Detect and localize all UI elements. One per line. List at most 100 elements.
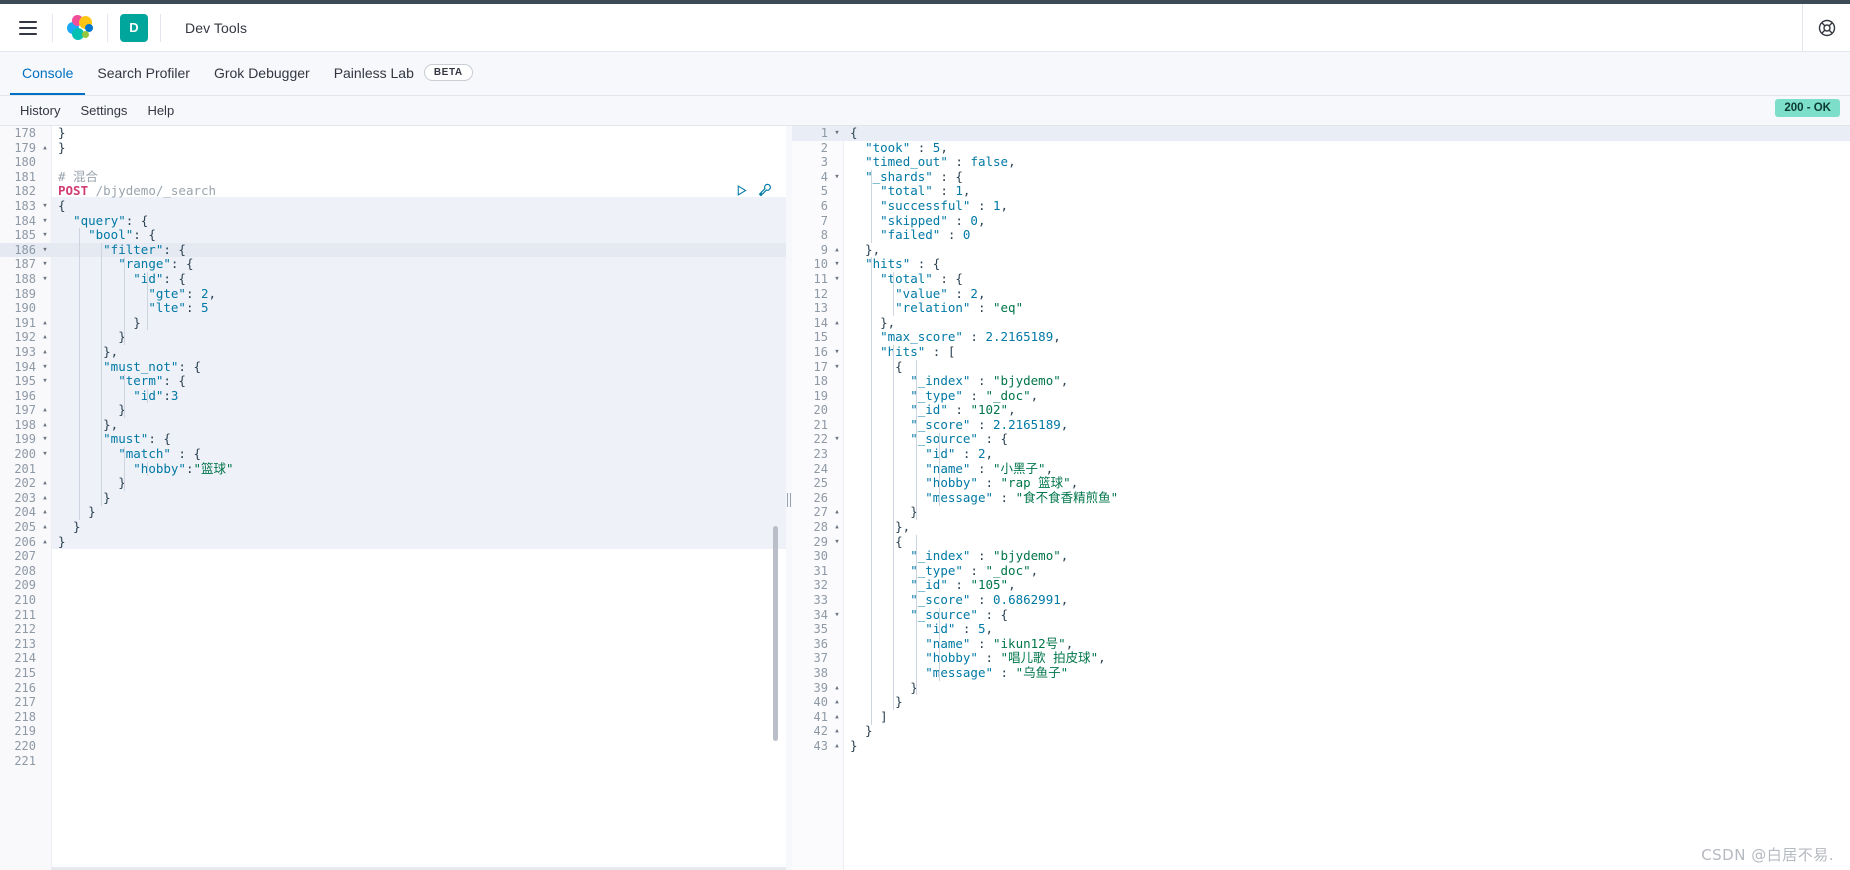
editor-line[interactable]: 26 "message" : "食不食香精煎鱼" — [792, 490, 1850, 506]
editor-line[interactable]: 9 ▴ }, — [792, 242, 1850, 258]
editor-line[interactable]: 25 "hobby" : "rap 篮球", — [792, 475, 1850, 491]
editor-line[interactable]: 179 ▴} — [0, 140, 786, 156]
elastic-logo[interactable] — [53, 4, 107, 52]
editor-line[interactable]: 1 ▾ { — [792, 126, 1850, 141]
editor-line[interactable]: 2 "took" : 5, — [792, 140, 1850, 156]
editor-line[interactable]: 12 "value" : 2, — [792, 286, 1850, 302]
editor-line[interactable]: 205 ▴ } — [0, 519, 786, 535]
fold-toggle-icon[interactable]: ▴ — [38, 345, 52, 360]
fold-toggle-icon[interactable]: ▾ — [830, 432, 844, 447]
fold-toggle-icon[interactable]: ▾ — [830, 360, 844, 375]
editor-line[interactable]: 195 ▾ "term": { — [0, 373, 786, 389]
editor-line[interactable]: 6 "successful" : 1, — [792, 198, 1850, 214]
editor-line[interactable]: 4 ▾ "_shards" : { — [792, 169, 1850, 185]
editor-line[interactable]: 188 ▾ "id": { — [0, 271, 786, 287]
fold-toggle-icon[interactable]: ▾ — [38, 243, 52, 258]
editor-line[interactable]: 21 "_score" : 2.2165189, — [792, 417, 1850, 433]
editor-line[interactable]: 217 — [0, 695, 786, 710]
editor-line[interactable]: 24 "name" : "小黑子", — [792, 461, 1850, 477]
tab-painless-lab[interactable]: Painless Lab BETA — [322, 52, 485, 95]
editor-line[interactable]: 42 ▴ } — [792, 724, 1850, 739]
fold-toggle-icon[interactable]: ▾ — [830, 257, 844, 272]
response-editor-lines[interactable]: 1 ▾{2 "took" : 5, 3 "timed_out" : false, 4 ▾… — [792, 126, 1850, 754]
editor-line[interactable]: 41 ▴ ] — [792, 709, 1850, 725]
editor-line[interactable]: 197 ▴ } — [0, 403, 786, 418]
editor-line[interactable]: 209 — [0, 578, 786, 593]
editor-line[interactable]: 14 ▴ }, — [792, 315, 1850, 331]
editor-line[interactable]: 213 — [0, 637, 786, 652]
editor-line[interactable]: 16 ▾ "hits" : [ — [792, 344, 1850, 360]
request-editor-lines[interactable]: 178} 179 ▴} 180 181 # 混合 182 POST /bjydemo/_sea… — [0, 126, 786, 768]
editor-line[interactable]: 29 ▾ { — [792, 534, 1850, 550]
fold-toggle-icon[interactable]: ▴ — [38, 535, 52, 550]
editor-line[interactable]: 220 — [0, 739, 786, 754]
toolbar-settings-button[interactable]: Settings — [70, 103, 137, 118]
fold-toggle-icon[interactable]: ▴ — [830, 724, 844, 739]
play-request-icon[interactable] — [735, 184, 748, 202]
editor-line[interactable]: 189 "gte": 2, — [0, 286, 786, 302]
fold-toggle-icon[interactable]: ▴ — [38, 476, 52, 491]
editor-line[interactable]: 15 "max_score" : 2.2165189, — [792, 330, 1850, 345]
editor-line[interactable]: 211 — [0, 608, 786, 623]
editor-line[interactable]: 27 ▴ } — [792, 505, 1850, 520]
fold-toggle-icon[interactable]: ▾ — [38, 272, 52, 287]
editor-line[interactable]: 183 ▾ { — [0, 198, 786, 214]
editor-line[interactable]: 3 "timed_out" : false, — [792, 154, 1850, 170]
fold-toggle-icon[interactable]: ▾ — [38, 228, 52, 243]
editor-line[interactable]: 11 ▾ "total" : { — [792, 271, 1850, 287]
fold-toggle-icon[interactable]: ▾ — [38, 447, 52, 462]
fold-toggle-icon[interactable]: ▾ — [38, 257, 52, 272]
editor-line[interactable]: 10 ▾ "hits" : { — [792, 257, 1850, 272]
editor-line[interactable]: 22 ▾ "_source" : { — [792, 432, 1850, 447]
response-editor-pane[interactable]: 1 ▾{2 "took" : 5, 3 "timed_out" : false, 4 ▾… — [792, 126, 1850, 870]
fold-toggle-icon[interactable]: ▴ — [830, 520, 844, 535]
editor-line[interactable]: 36 "name" : "ikun12号", — [792, 636, 1850, 652]
editor-line[interactable]: 35 "id" : 5, — [792, 621, 1850, 637]
editor-line[interactable]: 34 ▾ "_source" : { — [792, 607, 1850, 623]
editor-line[interactable]: 13 "relation" : "eq" — [792, 300, 1850, 316]
editor-line[interactable]: 186 ▾ "filter": { — [0, 242, 786, 258]
fold-toggle-icon[interactable]: ▾ — [38, 360, 52, 375]
editor-line[interactable]: 206 ▴} — [0, 534, 786, 550]
fold-toggle-icon[interactable]: ▴ — [38, 520, 52, 535]
editor-line[interactable]: 210 — [0, 593, 786, 608]
fold-toggle-icon[interactable]: ▾ — [38, 214, 52, 229]
editor-line[interactable]: 207 — [0, 549, 786, 564]
fold-toggle-icon[interactable]: ▾ — [830, 126, 844, 141]
editor-line[interactable]: 30 "_index" : "bjydemo", — [792, 548, 1850, 564]
editor-line[interactable]: 8 "failed" : 0 — [792, 227, 1850, 243]
editor-line[interactable]: 199 ▾ "must": { — [0, 432, 786, 447]
fold-toggle-icon[interactable]: ▾ — [830, 535, 844, 550]
editor-line[interactable]: 216 — [0, 681, 786, 696]
editor-line[interactable]: 20 "_id" : "102", — [792, 402, 1850, 418]
hamburger-menu-icon[interactable] — [4, 4, 52, 52]
fold-toggle-icon[interactable]: ▴ — [38, 141, 52, 156]
fold-toggle-icon[interactable]: ▴ — [830, 505, 844, 520]
editor-line[interactable]: 38 "message" : "乌鱼子" — [792, 665, 1850, 681]
toolbar-help-button[interactable]: Help — [137, 103, 184, 118]
editor-line[interactable]: 31 "_type" : "_doc", — [792, 563, 1850, 579]
editor-line[interactable]: 39 ▴ } — [792, 680, 1850, 696]
request-options-icon[interactable] — [758, 183, 772, 202]
editor-line[interactable]: 40 ▴ } — [792, 695, 1850, 710]
request-vertical-scrollbar[interactable] — [773, 526, 778, 741]
editor-line[interactable]: 208 — [0, 564, 786, 579]
space-avatar[interactable]: D — [120, 13, 148, 42]
editor-line[interactable]: 178} — [0, 126, 786, 141]
editor-line[interactable]: 190 "lte": 5 — [0, 300, 786, 316]
fold-toggle-icon[interactable]: ▾ — [830, 170, 844, 185]
editor-line[interactable]: 5 "total" : 1, — [792, 184, 1850, 199]
fold-toggle-icon[interactable]: ▾ — [38, 374, 52, 389]
fold-toggle-icon[interactable]: ▾ — [830, 272, 844, 287]
fold-toggle-icon[interactable]: ▾ — [38, 432, 52, 447]
editor-line[interactable]: 221 — [0, 754, 786, 769]
editor-line[interactable]: 200 ▾ "match" : { — [0, 446, 786, 462]
fold-toggle-icon[interactable]: ▴ — [830, 710, 844, 725]
editor-line[interactable]: 201 "hobby":"篮球" — [0, 461, 786, 477]
editor-line[interactable]: 192 ▴ } — [0, 330, 786, 345]
editor-line[interactable]: 28 ▴ }, — [792, 519, 1850, 535]
fold-toggle-icon[interactable]: ▴ — [38, 316, 52, 331]
tab-search-profiler[interactable]: Search Profiler — [85, 52, 202, 95]
fold-toggle-icon[interactable]: ▴ — [830, 739, 844, 754]
fold-toggle-icon[interactable]: ▴ — [830, 243, 844, 258]
